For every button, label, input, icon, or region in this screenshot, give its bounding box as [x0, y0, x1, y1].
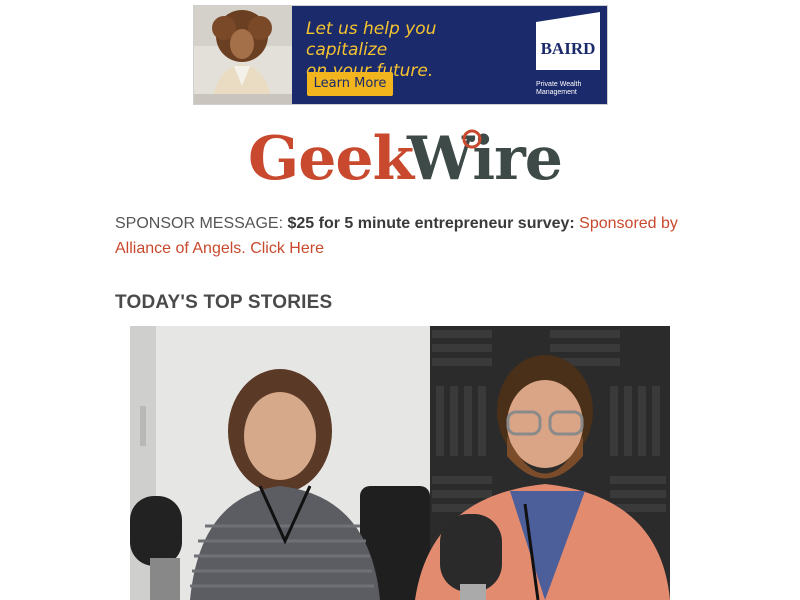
logo-ring-icon [462, 129, 482, 149]
sponsor-message: SPONSOR MESSAGE: $25 for 5 minute entrep… [115, 211, 690, 261]
geekwire-logo[interactable]: Geek Wire [248, 124, 563, 194]
ad-brand-subtitle: Private Wealth Management [536, 81, 606, 97]
baird-logo-icon: BAIRD [536, 12, 600, 70]
ad-brand-subtitle-line-1: Private Wealth [536, 81, 582, 88]
learn-more-button[interactable]: Learn More [307, 72, 393, 96]
logo-wire-text: Wire [407, 124, 563, 194]
ad-banner[interactable]: Let us help you capitalize on your futur… [193, 5, 608, 105]
svg-text:BAIRD: BAIRD [541, 39, 596, 58]
ad-brand-subtitle-line-2: Management [536, 89, 577, 96]
logo-geek-text: Geek [248, 124, 414, 194]
sponsor-label: SPONSOR MESSAGE: [115, 215, 284, 232]
ad-headline-line-1: Let us help you capitalize [306, 19, 437, 60]
ad-photo [194, 6, 292, 104]
section-title: TODAY'S TOP STORIES [115, 292, 333, 313]
sponsor-offer: $25 for 5 minute entrepreneur survey: [287, 215, 575, 232]
top-story-image[interactable] [130, 326, 670, 600]
